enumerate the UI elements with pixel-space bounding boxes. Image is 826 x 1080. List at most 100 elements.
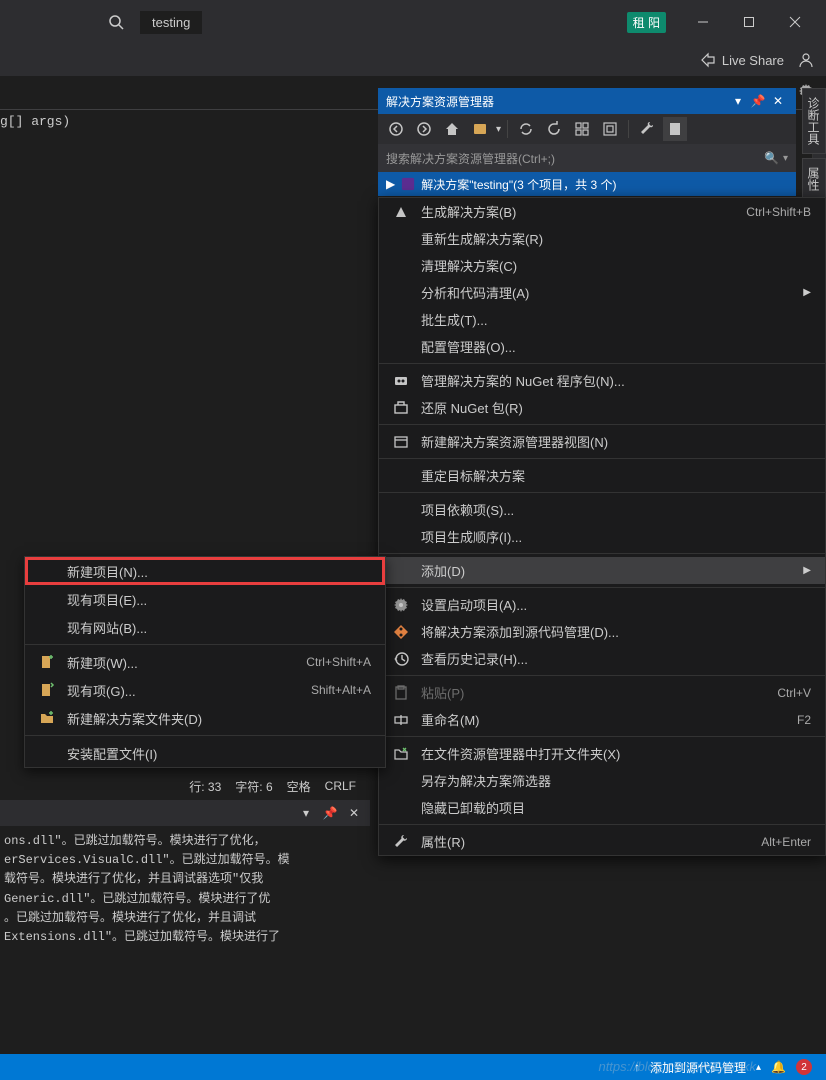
menu-label: 新建解决方案资源管理器视图(N) bbox=[421, 432, 811, 451]
paste-icon bbox=[393, 685, 421, 701]
menu-item[interactable]: 清理解决方案(C) bbox=[379, 252, 825, 279]
menu-item[interactable]: 生成解决方案(B) Ctrl+Shift+B bbox=[379, 198, 825, 225]
menu-item[interactable]: 隐藏已卸载的项目 bbox=[379, 794, 825, 821]
switch-view-icon[interactable] bbox=[468, 117, 492, 141]
side-tab-properties[interactable]: 属性 bbox=[802, 158, 826, 200]
minimize-button[interactable] bbox=[680, 6, 726, 38]
solution-title: 解决方案资源管理器 bbox=[386, 93, 728, 110]
sync-icon[interactable] bbox=[514, 117, 538, 141]
show-all-icon[interactable] bbox=[598, 117, 622, 141]
back-icon[interactable] bbox=[384, 117, 408, 141]
menu-label: 清理解决方案(C) bbox=[421, 256, 811, 275]
output-dropdown-icon[interactable]: ▾ bbox=[296, 806, 316, 820]
folder-icon bbox=[393, 746, 421, 762]
menu-item[interactable]: 设置启动项目(A)... bbox=[379, 591, 825, 618]
menu-label: 项目依赖项(S)... bbox=[421, 500, 811, 519]
rename-icon bbox=[393, 712, 421, 728]
menu-item[interactable]: 查看历史记录(H)... bbox=[379, 645, 825, 672]
project-name: testing bbox=[140, 11, 202, 34]
menu-item[interactable]: 分析和代码清理(A) ▶ bbox=[379, 279, 825, 306]
menu-shortcut: Ctrl+Shift+B bbox=[746, 205, 811, 219]
submenu-arrow-icon: ▶ bbox=[803, 287, 811, 298]
menu-label: 项目生成顺序(I)... bbox=[421, 527, 811, 546]
solution-search[interactable]: 搜索解决方案资源管理器(Ctrl+;) 🔍 ▾ bbox=[378, 144, 796, 172]
menu-item[interactable]: 项目生成顺序(I)... bbox=[379, 523, 825, 550]
submenu-item[interactable]: 现有项目(E)... bbox=[25, 585, 385, 613]
menu-label: 粘贴(P) bbox=[421, 683, 777, 702]
output-close-icon[interactable]: ✕ bbox=[344, 806, 364, 820]
search-placeholder: 搜索解决方案资源管理器(Ctrl+;) bbox=[386, 150, 764, 167]
menu-item[interactable]: 将解决方案添加到源代码管理(D)... bbox=[379, 618, 825, 645]
submenu-item[interactable]: 新建项目(N)... bbox=[25, 557, 385, 585]
panel-close-icon[interactable]: ✕ bbox=[768, 94, 788, 108]
menu-item[interactable]: 在文件资源管理器中打开文件夹(X) bbox=[379, 740, 825, 767]
build-icon bbox=[393, 204, 421, 220]
maximize-button[interactable] bbox=[726, 6, 772, 38]
live-share-label: Live Share bbox=[722, 53, 784, 68]
output-pin-icon[interactable]: 📌 bbox=[320, 806, 340, 820]
menu-item[interactable]: 项目依赖项(S)... bbox=[379, 496, 825, 523]
menu-item[interactable]: 另存为解决方案筛选器 bbox=[379, 767, 825, 794]
menu-item[interactable]: 重命名(M) F2 bbox=[379, 706, 825, 733]
menu-label: 重命名(M) bbox=[421, 710, 797, 729]
pin-icon[interactable]: 📌 bbox=[748, 94, 768, 108]
refresh-icon[interactable] bbox=[542, 117, 566, 141]
menu-item[interactable]: 配置管理器(O)... bbox=[379, 333, 825, 360]
forward-icon[interactable] bbox=[412, 117, 436, 141]
menu-item[interactable]: 属性(R) Alt+Enter bbox=[379, 828, 825, 855]
menu-item[interactable]: 重定目标解决方案 bbox=[379, 462, 825, 489]
submenu-label: 现有项(G)... bbox=[67, 681, 311, 700]
home-icon[interactable] bbox=[440, 117, 464, 141]
gear-icon bbox=[393, 597, 421, 613]
side-tabs: 诊断工具 属性 bbox=[802, 88, 826, 200]
editor-status-line: 行: 33 字符: 6 空格 CRLF bbox=[0, 774, 370, 798]
upload-icon[interactable]: ↑ bbox=[634, 1060, 640, 1074]
account-icon[interactable] bbox=[798, 52, 814, 68]
menu-shortcut: F2 bbox=[797, 713, 811, 727]
side-tab-diagnostics[interactable]: 诊断工具 bbox=[802, 88, 826, 154]
menu-label: 在文件资源管理器中打开文件夹(X) bbox=[421, 744, 811, 763]
menu-item[interactable]: 重新生成解决方案(R) bbox=[379, 225, 825, 252]
submenu-shortcut: Ctrl+Shift+A bbox=[306, 655, 371, 669]
search-glass-icon: 🔍 bbox=[764, 151, 779, 165]
submenu-item[interactable]: 安装配置文件(I) bbox=[25, 739, 385, 767]
menu-label: 重定目标解决方案 bbox=[421, 466, 811, 485]
menu-item: 粘贴(P) Ctrl+V bbox=[379, 679, 825, 706]
menu-label: 添加(D) bbox=[421, 561, 803, 580]
submenu-label: 安装配置文件(I) bbox=[67, 744, 371, 763]
collapse-icon[interactable] bbox=[570, 117, 594, 141]
search-icon[interactable] bbox=[108, 14, 124, 30]
output-text: ons.dll"。已跳过加载符号。模块进行了优化， erServices.Vis… bbox=[0, 826, 370, 953]
menu-label: 分析和代码清理(A) bbox=[421, 283, 803, 302]
submenu-item[interactable]: 新建解决方案文件夹(D) bbox=[25, 704, 385, 732]
solution-header: 解决方案资源管理器 ▾ 📌 ✕ bbox=[378, 88, 796, 114]
panel-dropdown-icon[interactable]: ▾ bbox=[728, 94, 748, 108]
properties-icon[interactable] bbox=[635, 117, 659, 141]
wrench-icon bbox=[393, 834, 421, 850]
solution-root-label: 解决方案"testing"(3 个项目，共 3 个) bbox=[421, 176, 616, 193]
newitem-icon bbox=[39, 654, 67, 670]
submenu-label: 新建项(W)... bbox=[67, 653, 306, 672]
close-button[interactable] bbox=[772, 6, 818, 38]
add-source-control[interactable]: 添加到源代码管理 bbox=[650, 1059, 746, 1076]
menu-item[interactable]: 添加(D) ▶ bbox=[379, 557, 825, 584]
notification-icon[interactable]: 🔔 bbox=[771, 1060, 786, 1074]
submenu-item[interactable]: 新建项(W)... Ctrl+Shift+A bbox=[25, 648, 385, 676]
menu-label: 批生成(T)... bbox=[421, 310, 811, 329]
submenu-label: 新建解决方案文件夹(D) bbox=[67, 709, 371, 728]
menu-item[interactable]: 管理解决方案的 NuGet 程序包(N)... bbox=[379, 367, 825, 394]
preview-icon[interactable] bbox=[663, 117, 687, 141]
solution-root-item[interactable]: ▶ 解决方案"testing"(3 个项目，共 3 个) bbox=[378, 172, 796, 196]
solution-toolbar: ▾ bbox=[378, 114, 796, 144]
menu-item[interactable]: 批生成(T)... bbox=[379, 306, 825, 333]
titlebar: testing 租 阳 bbox=[0, 0, 826, 44]
user-badge[interactable]: 租 阳 bbox=[627, 12, 666, 33]
menu-item[interactable]: 还原 NuGet 包(R) bbox=[379, 394, 825, 421]
menu-item[interactable]: 新建解决方案资源管理器视图(N) bbox=[379, 428, 825, 455]
menu-label: 还原 NuGet 包(R) bbox=[421, 398, 811, 417]
submenu-arrow-icon: ▶ bbox=[803, 565, 811, 576]
submenu-item[interactable]: 现有项(G)... Shift+Alt+A bbox=[25, 676, 385, 704]
solution-icon bbox=[401, 177, 415, 191]
submenu-item[interactable]: 现有网站(B)... bbox=[25, 613, 385, 641]
live-share-button[interactable]: Live Share bbox=[700, 52, 784, 68]
